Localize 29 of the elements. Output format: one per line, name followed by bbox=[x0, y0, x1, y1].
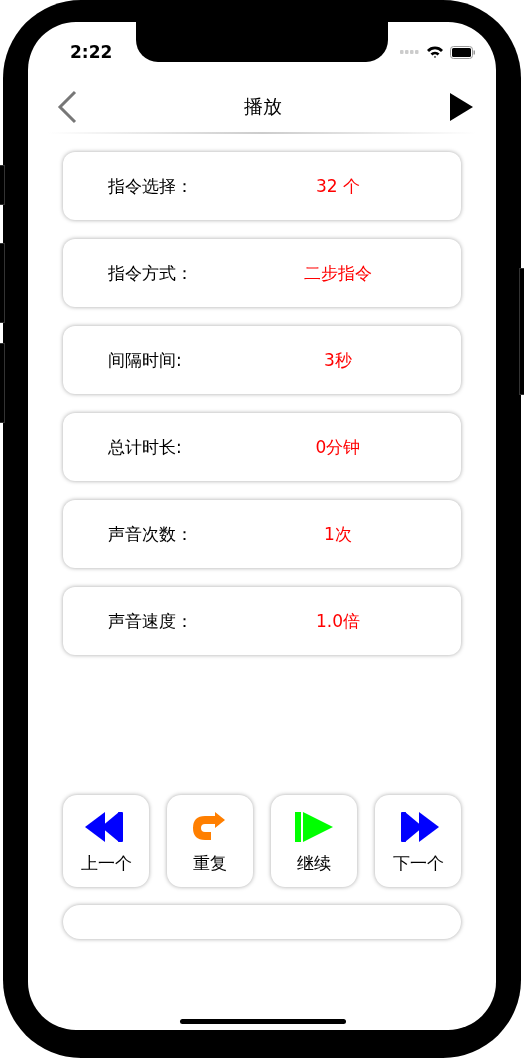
setting-card[interactable]: 声音次数： 1次 bbox=[63, 500, 461, 568]
setting-value: 3秒 bbox=[323, 348, 353, 372]
setting-value: 0分钟 bbox=[314, 435, 362, 459]
signal-icon bbox=[400, 49, 420, 55]
battery-icon bbox=[450, 45, 476, 59]
setting-label: 声音次数： bbox=[108, 522, 194, 546]
page-title: 播放 bbox=[244, 94, 282, 119]
control-button[interactable]: 重复 bbox=[167, 795, 253, 887]
control-button[interactable]: 继续 bbox=[271, 795, 357, 887]
setting-value: 32 个 bbox=[314, 174, 361, 198]
setting-value: 1.0倍 bbox=[314, 609, 361, 633]
control-button[interactable]: 下一个 bbox=[375, 795, 461, 887]
setting-label: 指令选择： bbox=[108, 174, 194, 198]
play-icon[interactable] bbox=[448, 92, 474, 122]
setting-value: 1次 bbox=[323, 522, 353, 546]
setting-label: 指令方式： bbox=[108, 261, 194, 285]
setting-value: 二步指令 bbox=[303, 261, 373, 285]
setting-card[interactable]: 总计时长: 0分钟 bbox=[63, 413, 461, 481]
setting-label: 声音速度： bbox=[108, 609, 194, 633]
status-time: 2:22 bbox=[70, 42, 113, 62]
setting-card[interactable]: 指令方式： 二步指令 bbox=[63, 239, 461, 307]
setting-card[interactable]: 声音速度： 1.0倍 bbox=[63, 587, 461, 655]
setting-label: 总计时长: bbox=[108, 435, 183, 459]
control-button[interactable]: 上一个 bbox=[63, 795, 149, 887]
setting-card[interactable]: 间隔时间: 3秒 bbox=[63, 326, 461, 394]
wifi-icon bbox=[426, 45, 444, 59]
back-icon[interactable] bbox=[56, 90, 78, 124]
setting-card[interactable]: 指令选择： 32 个 bbox=[63, 152, 461, 220]
setting-label: 间隔时间: bbox=[108, 348, 183, 372]
